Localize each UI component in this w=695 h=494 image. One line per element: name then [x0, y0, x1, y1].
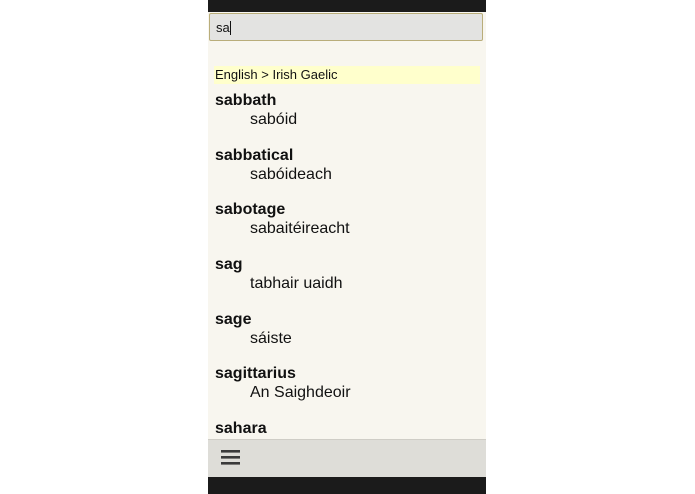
menu-button[interactable]: [220, 448, 242, 468]
entry-term: sahara: [215, 420, 267, 437]
results-list[interactable]: English > Irish Gaelic sabbath sabóid sa…: [208, 42, 486, 439]
search-input[interactable]: [210, 14, 482, 40]
entry-translation: An Saighdeoir: [250, 384, 351, 401]
list-item[interactable]: sabbatical sabóideach: [215, 146, 481, 196]
list-item[interactable]: sabbath sabóid: [215, 91, 481, 141]
hamburger-menu-icon: [221, 450, 240, 465]
list-item[interactable]: sahara: [215, 419, 481, 439]
text-caret: [230, 21, 231, 35]
app-screen: English > Irish Gaelic sabbath sabóid sa…: [208, 12, 486, 477]
entry-translation: tabhair uaidh: [250, 275, 343, 292]
language-direction-header: English > Irish Gaelic: [214, 66, 480, 84]
entry-term: sage: [215, 311, 252, 328]
entry-translation: sabóid: [250, 111, 298, 128]
entry-translation: sabóideach: [250, 166, 332, 183]
list-item[interactable]: sabotage sabaitéireacht: [215, 200, 481, 250]
entry-term: sag: [215, 256, 243, 273]
entry-term: sagittarius: [215, 365, 296, 382]
bottom-toolbar: [208, 439, 486, 477]
entry-translation: sáiste: [250, 330, 292, 347]
entry-term: sabbath: [215, 92, 277, 109]
entry-translation: sabaitéireacht: [250, 220, 350, 237]
list-item[interactable]: sag tabhair uaidh: [215, 255, 481, 305]
phone-frame: English > Irish Gaelic sabbath sabóid sa…: [208, 0, 486, 494]
entry-term: sabbatical: [215, 147, 294, 164]
list-item[interactable]: sagittarius An Saighdeoir: [215, 364, 481, 414]
search-bar[interactable]: [209, 13, 483, 41]
entry-term: sabotage: [215, 201, 286, 218]
list-item[interactable]: sage sáiste: [215, 310, 481, 360]
